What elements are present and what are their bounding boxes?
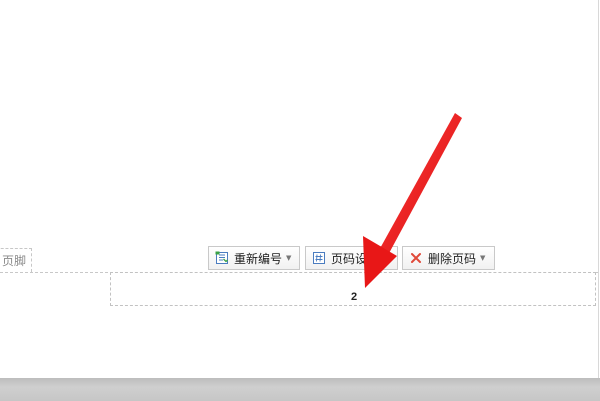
document-page[interactable] <box>0 0 599 378</box>
bottom-scroll-strip <box>0 378 600 401</box>
delete-page-number-button[interactable]: 删除页码 ▼ <box>402 246 495 270</box>
chevron-down-icon: ▼ <box>286 254 292 262</box>
page-number-settings-icon <box>313 252 325 264</box>
renumber-button[interactable]: 重新编号 ▼ <box>208 246 300 270</box>
chevron-down-icon: ▼ <box>480 254 486 262</box>
renumber-button-label: 重新编号 <box>234 251 283 266</box>
page-number-settings-label: 页码设 <box>331 251 368 266</box>
page-number-value: 2 <box>350 291 358 303</box>
document-editor-screen: 页脚 重新编号 ▼ 页码设 删除页码 ▼ 2 <box>0 0 600 401</box>
delete-x-icon <box>411 253 421 263</box>
delete-page-number-label: 删除页码 <box>428 251 477 266</box>
page-number-box[interactable]: 2 <box>110 272 596 306</box>
renumber-icon <box>215 251 228 264</box>
page-number-settings-button[interactable]: 页码设 <box>305 246 398 270</box>
footer-label-tab: 页脚 <box>0 248 32 272</box>
